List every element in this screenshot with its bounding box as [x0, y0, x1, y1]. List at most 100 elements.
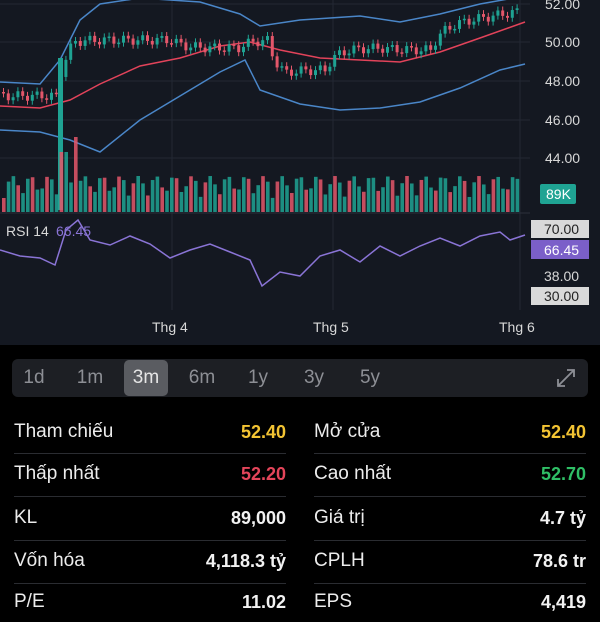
- volume-bar: [261, 176, 265, 212]
- bollinger-middle-band: [0, 21, 526, 109]
- stat-value: 52.40: [540, 421, 586, 442]
- rsi-title: RSI 14: [6, 223, 49, 239]
- volume-bar: [328, 184, 332, 212]
- expand-icon[interactable]: [554, 366, 578, 390]
- volume-bar: [98, 178, 102, 212]
- volume-bar: [112, 187, 116, 212]
- volume-bar: [237, 189, 241, 212]
- volume-bar: [458, 176, 462, 212]
- volume-bar: [26, 178, 30, 212]
- volume-bar: [304, 189, 308, 212]
- volume-bar: [280, 176, 284, 212]
- divider: [14, 496, 286, 497]
- timeframe-5y-button[interactable]: 5y: [348, 360, 392, 396]
- volume-bar: [506, 189, 510, 212]
- stat-volume: KL 89,000: [14, 498, 286, 538]
- stat-label: Giá trị: [314, 507, 365, 528]
- stat-high: Cao nhất 52.70: [314, 454, 586, 494]
- volume-bar: [78, 180, 83, 212]
- volume-bar: [371, 177, 376, 212]
- timeframe-1m-button[interactable]: 1m: [68, 360, 112, 396]
- volume-bars: [2, 137, 520, 212]
- stat-value: 89,000: [230, 507, 286, 528]
- volume-bar: [184, 186, 188, 212]
- volume-bar: [438, 177, 443, 212]
- volume-bar: [472, 182, 476, 212]
- timeframe-6m-button[interactable]: 6m: [180, 360, 224, 396]
- stat-low: Thấp nhất 52.20: [14, 454, 286, 494]
- volume-bar: [482, 184, 486, 212]
- stat-value: 52.40: [240, 421, 286, 442]
- volume-bar: [400, 183, 404, 212]
- volume-bar: [88, 186, 92, 212]
- volume-bar: [477, 176, 481, 212]
- volume-bar: [50, 179, 54, 212]
- volume-bar: [462, 180, 467, 212]
- volume-bar: [246, 178, 251, 212]
- volume-bar: [323, 194, 328, 212]
- volume-bar: [414, 195, 419, 212]
- volume-bar: [6, 181, 11, 212]
- volume-bar: [434, 190, 438, 212]
- volume-bar: [366, 178, 371, 212]
- volume-bar: [386, 176, 390, 212]
- volume-bar: [165, 190, 169, 212]
- rsi-axis-label: 66.45: [544, 242, 579, 258]
- price-chart[interactable]: 52.00 50.00 48.00 46.00 44.00 89K RSI 14…: [0, 0, 600, 345]
- volume-bar: [448, 192, 452, 212]
- time-axis-label: Thg 4: [152, 319, 188, 335]
- volume-bar: [232, 188, 236, 212]
- volume-bar: [64, 152, 68, 212]
- volume-bar: [486, 194, 491, 212]
- price-axis-label: 50.00: [545, 34, 580, 50]
- stat-market-cap: Vốn hóa 4,118.3 tỷ: [14, 541, 286, 581]
- timeframe-3y-button[interactable]: 3y: [292, 360, 336, 396]
- volume-bar: [424, 176, 428, 212]
- volume-bar: [16, 185, 20, 212]
- volume-bar: [102, 177, 107, 212]
- volume-bar: [362, 191, 366, 212]
- volume-bar: [141, 183, 145, 212]
- stat-value: 11.02: [241, 591, 286, 612]
- volume-bar: [381, 187, 385, 212]
- volume-bar: [395, 195, 400, 212]
- volume-bar: [318, 179, 323, 212]
- volume-bar: [390, 180, 395, 212]
- volume-bar: [299, 177, 304, 212]
- stat-value: 4,419: [540, 591, 586, 612]
- volume-bar: [242, 177, 246, 212]
- timeframe-selector: 1d 1m 3m 6m 1y 3y 5y: [12, 359, 588, 397]
- stat-label: Vốn hóa: [14, 550, 85, 571]
- timeframe-1d-button[interactable]: 1d: [12, 360, 56, 396]
- timeframe-3m-button[interactable]: 3m: [124, 360, 168, 396]
- stat-label: CPLH: [314, 550, 365, 571]
- price-axis-label: 46.00: [545, 112, 580, 128]
- stat-shares: CPLH 78.6 tr: [314, 541, 586, 581]
- volume-bar: [174, 178, 179, 212]
- volume-badge-text: 89K: [546, 186, 572, 202]
- volume-bar: [496, 176, 500, 212]
- volume-bar: [35, 189, 40, 212]
- stat-label: Tham chiếu: [14, 421, 114, 442]
- volume-bar: [419, 179, 424, 212]
- stat-label: Mở cửa: [314, 421, 381, 442]
- volume-bar: [429, 187, 433, 212]
- rsi-current-value: 66.45: [56, 223, 91, 239]
- volume-bar: [227, 176, 232, 212]
- volume-bar: [155, 176, 160, 212]
- price-chart-panel[interactable]: 52.00 50.00 48.00 46.00 44.00 89K RSI 14…: [0, 0, 600, 345]
- volume-bar: [443, 178, 448, 212]
- volume-bar: [122, 180, 126, 212]
- stat-value: 4,118.3 tỷ: [205, 550, 286, 571]
- timeframe-1y-button[interactable]: 1y: [236, 360, 280, 396]
- volume-bar: [203, 182, 208, 212]
- volume-bar: [107, 190, 112, 212]
- volume-bar: [342, 196, 347, 212]
- volume-bar: [160, 187, 164, 212]
- volume-bar: [338, 182, 342, 212]
- volume-bar: [45, 176, 49, 212]
- stat-value: 78.6 tr: [532, 550, 586, 571]
- volume-bar: [179, 191, 184, 212]
- volume-bar: [266, 181, 270, 212]
- volume-bar: [501, 188, 505, 212]
